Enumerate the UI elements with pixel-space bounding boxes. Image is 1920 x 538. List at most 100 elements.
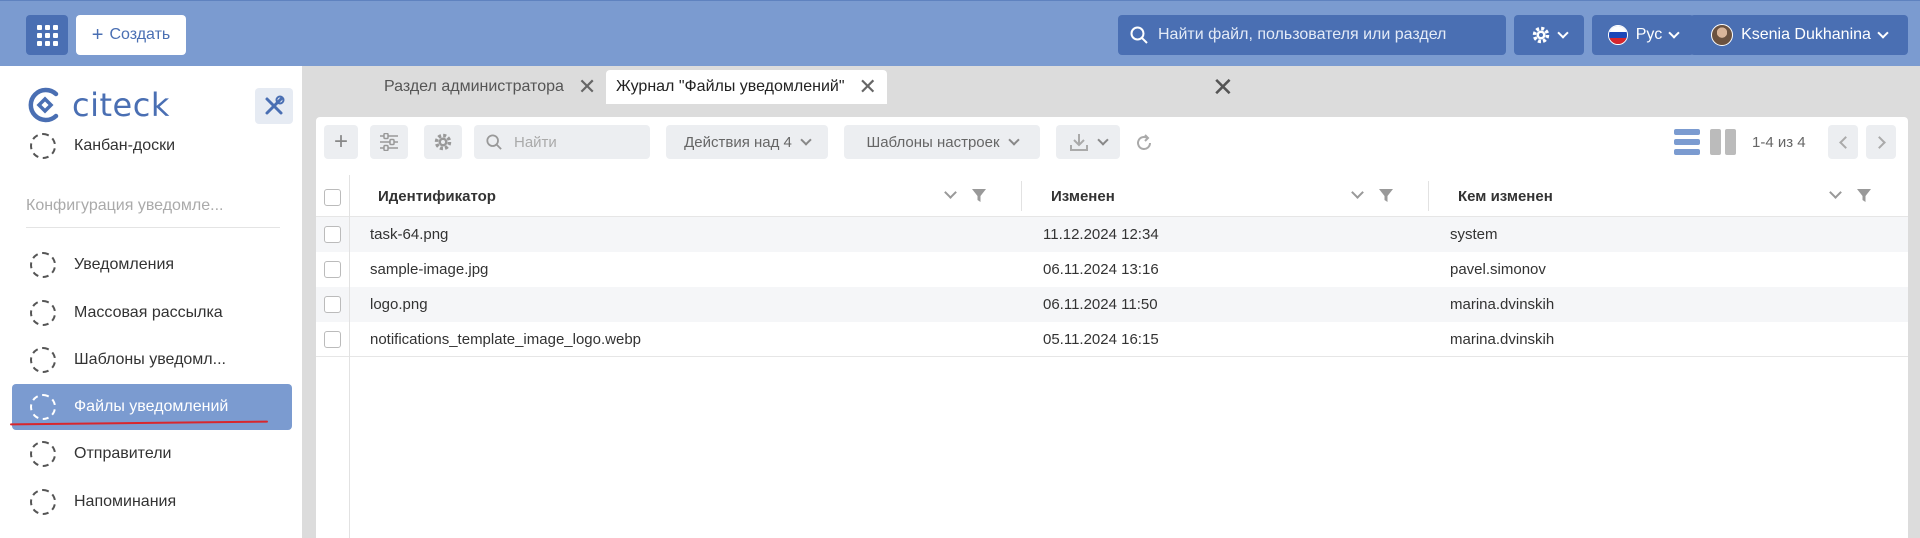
russia-flag-icon [1607, 25, 1628, 45]
cell-modified-by: pavel.simonov [1450, 261, 1546, 278]
column-header-modified-by[interactable]: Кем изменен [1458, 188, 1553, 205]
placeholder-circle-icon [30, 252, 56, 278]
close-all-tabs-icon[interactable]: ✕ [1212, 74, 1234, 100]
chevron-down-icon [1877, 27, 1889, 39]
chevron-down-icon[interactable] [1351, 186, 1364, 199]
chevron-left-icon [1838, 135, 1852, 149]
column-header-identifier[interactable]: Идентификатор [378, 188, 496, 205]
global-search-input[interactable] [1158, 26, 1488, 44]
cell-identifier: sample-image.jpg [370, 261, 489, 278]
journal-search-input[interactable] [514, 133, 634, 151]
gear-icon [434, 133, 452, 151]
tab-label: Журнал "Файлы уведомлений" [616, 78, 845, 95]
cell-modified: 05.11.2024 16:15 [1043, 331, 1159, 348]
chevron-right-icon [1872, 135, 1886, 149]
placeholder-circle-icon [30, 300, 56, 326]
tab-notification-files-journal[interactable]: Журнал "Файлы уведомлений" ✕ [606, 70, 887, 104]
close-icon[interactable]: ✕ [578, 76, 596, 98]
sidebar: citeck Канбан-доски Конфигурация уведомл… [0, 66, 302, 538]
language-selector[interactable]: Рус [1592, 15, 1694, 55]
row-checkbox[interactable] [324, 296, 341, 313]
apps-menu-button[interactable] [26, 15, 68, 55]
sidebar-item-notifications[interactable]: Уведомления [12, 242, 292, 288]
column-divider[interactable] [1428, 181, 1429, 211]
logo[interactable]: citeck [26, 86, 170, 124]
apps-grid-icon [36, 24, 58, 46]
split-view-icon[interactable] [1710, 129, 1736, 155]
cell-modified: 11.12.2024 12:34 [1043, 226, 1159, 243]
cell-modified: 06.11.2024 13:16 [1043, 261, 1159, 278]
bulk-actions-dropdown[interactable]: Действия над 4 [666, 125, 828, 159]
sidebar-item-label: Шаблоны уведомл... [74, 351, 226, 368]
sliders-icon [380, 133, 398, 151]
chevron-down-icon [1097, 134, 1109, 146]
table-header: Идентификатор Изменен Кем изменен [316, 175, 1908, 217]
search-icon [486, 134, 502, 150]
cell-modified: 06.11.2024 11:50 [1043, 296, 1158, 313]
sidebar-item-notification-templates[interactable]: Шаблоны уведомл... [12, 337, 292, 383]
gear-icon [1532, 26, 1550, 44]
filter-settings-button[interactable] [370, 125, 408, 159]
journal-settings-button[interactable] [424, 125, 462, 159]
cell-modified-by: marina.dvinskih [1450, 331, 1555, 348]
language-label: Рус [1635, 26, 1663, 43]
settings-menu-button[interactable] [1514, 15, 1584, 55]
settings-templates-label: Шаблоны настроек [866, 133, 1000, 151]
bulk-actions-label: Действия над 4 [684, 133, 792, 151]
table-row[interactable]: sample-image.jpg 06.11.2024 13:16 pavel.… [316, 252, 1908, 287]
sidebar-item-mass-mailing[interactable]: Массовая рассылка [12, 290, 292, 336]
chevron-down-icon[interactable] [1829, 186, 1842, 199]
select-all-checkbox[interactable] [324, 189, 341, 206]
cell-identifier: logo.png [370, 296, 428, 313]
create-button-label: Создать [109, 26, 171, 43]
row-checkbox[interactable] [324, 226, 341, 243]
tab-admin-section[interactable]: Раздел администратора ✕ [374, 70, 606, 104]
next-page-button[interactable] [1866, 125, 1896, 159]
row-checkbox[interactable] [324, 331, 341, 348]
sidebar-item-reminders[interactable]: Напоминания [12, 479, 292, 525]
sidebar-item-kanban[interactable]: Канбан-доски [12, 123, 292, 169]
export-dropdown[interactable] [1056, 125, 1120, 159]
placeholder-circle-icon [30, 489, 56, 515]
chevron-down-icon [1668, 27, 1680, 39]
column-header-modified[interactable]: Изменен [1051, 188, 1115, 205]
cell-modified-by: system [1450, 226, 1498, 243]
create-button[interactable]: + Создать [76, 15, 186, 55]
add-record-button[interactable]: + [324, 125, 358, 159]
filter-icon[interactable] [1857, 189, 1871, 203]
refresh-icon[interactable] [1134, 133, 1154, 153]
cell-identifier: task-64.png [370, 226, 449, 243]
tab-label: Раздел администратора [384, 78, 564, 95]
table-row[interactable]: notifications_template_image_logo.webp 0… [316, 322, 1908, 357]
avatar [1711, 24, 1734, 46]
user-menu-button[interactable]: Ksenia Dukhanina [1690, 15, 1908, 55]
search-icon [1130, 26, 1148, 44]
sidebar-item-label: Файлы уведомлений [74, 398, 229, 415]
user-name: Ksenia Dukhanina [1741, 26, 1871, 43]
tabs-bar: Раздел администратора ✕ Журнал "Файлы ув… [302, 66, 1920, 104]
sidebar-item-label: Уведомления [74, 256, 175, 273]
chevron-down-icon[interactable] [944, 186, 957, 199]
close-icon[interactable]: ✕ [859, 76, 877, 98]
plus-icon: + [91, 24, 104, 46]
sidebar-item-senders[interactable]: Отправители [12, 431, 292, 477]
row-checkbox[interactable] [324, 261, 341, 278]
prev-page-button[interactable] [1828, 125, 1858, 159]
filter-icon[interactable] [972, 189, 986, 203]
admin-tools-button[interactable] [255, 88, 293, 124]
list-view-icon[interactable] [1674, 129, 1700, 155]
table-row[interactable]: logo.png 06.11.2024 11:50 marina.dvinski… [316, 287, 1908, 322]
download-icon [1070, 134, 1088, 151]
citeck-logo-icon [28, 87, 59, 123]
cell-identifier: notifications_template_image_logo.webp [370, 331, 642, 348]
cell-modified-by: marina.dvinskih [1450, 296, 1555, 313]
journal-search[interactable] [474, 125, 650, 159]
table-row[interactable]: task-64.png 11.12.2024 12:34 system [316, 217, 1908, 252]
settings-templates-dropdown[interactable]: Шаблоны настроек [844, 125, 1040, 159]
filter-icon[interactable] [1379, 189, 1393, 203]
placeholder-circle-icon [30, 133, 56, 159]
sidebar-item-label: Напоминания [74, 493, 177, 510]
chevron-down-icon [800, 134, 812, 146]
column-divider[interactable] [1021, 181, 1022, 211]
global-search[interactable] [1118, 15, 1506, 55]
